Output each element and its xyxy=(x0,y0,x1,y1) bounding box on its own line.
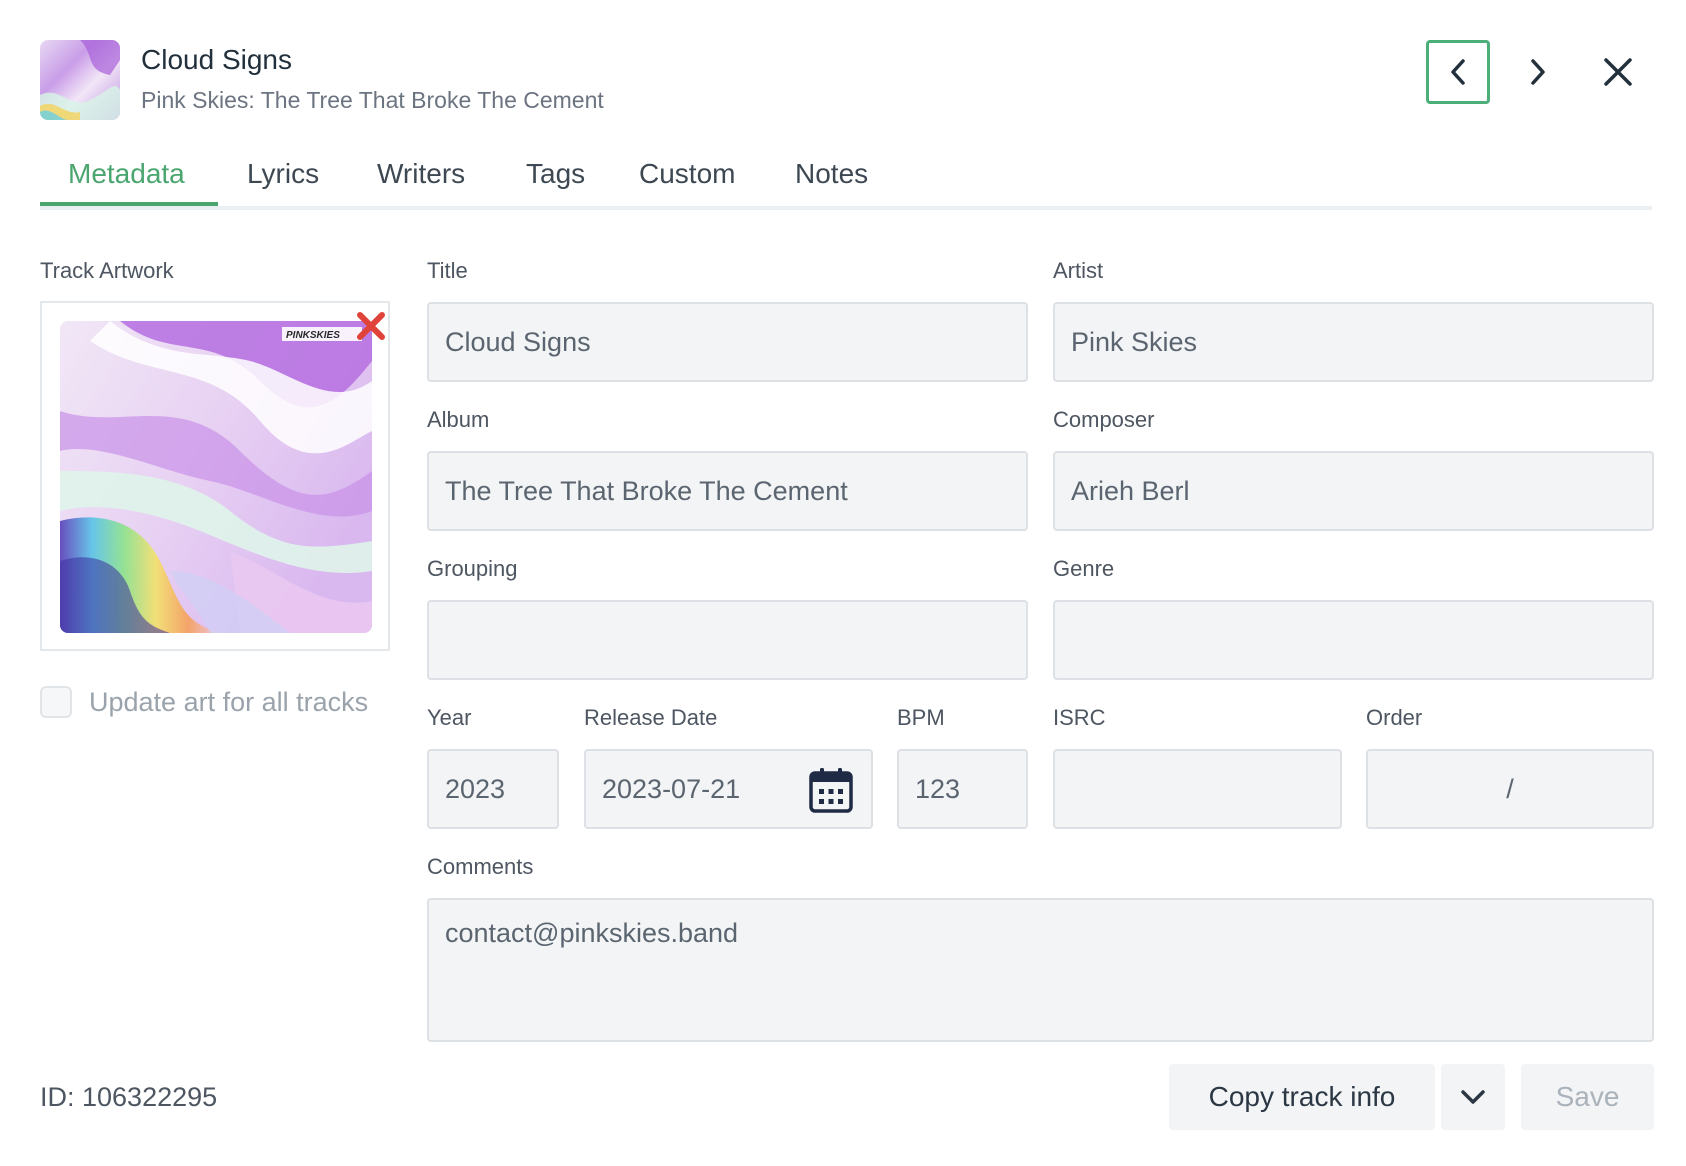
release-date-label: Release Date xyxy=(584,705,718,730)
remove-artwork-button[interactable] xyxy=(354,309,388,343)
close-button[interactable] xyxy=(1586,40,1650,104)
title-input[interactable]: Cloud Signs xyxy=(427,302,1028,382)
release-date-value: 2023-07-21 xyxy=(602,773,741,804)
comments-label: Comments xyxy=(427,854,534,879)
track-header: Cloud Signs Pink Skies: The Tree That Br… xyxy=(40,40,1646,120)
next-track-button[interactable] xyxy=(1506,40,1570,104)
track-artwork-image: PINKSKIES xyxy=(60,321,372,633)
chevron-left-icon xyxy=(1451,59,1465,85)
album-art-thumbnail xyxy=(40,40,120,120)
update-art-all-label: Update art for all tracks xyxy=(89,686,369,717)
tab-metadata[interactable]: Metadata xyxy=(68,158,185,190)
genre-input[interactable] xyxy=(1053,600,1654,680)
grouping-input[interactable] xyxy=(427,600,1028,680)
release-date-input[interactable]: 2023-07-21 xyxy=(584,749,873,829)
comments-textarea[interactable]: contact@pinkskies.band xyxy=(427,898,1654,1042)
calendar-icon[interactable] xyxy=(809,767,853,813)
year-label: Year xyxy=(427,705,472,730)
order-label: Order xyxy=(1366,705,1423,730)
copy-options-dropdown-button[interactable] xyxy=(1441,1064,1505,1130)
tab-notes[interactable]: Notes xyxy=(795,158,868,190)
artist-label: Artist xyxy=(1053,258,1104,283)
genre-label: Genre xyxy=(1053,556,1115,581)
chevron-right-icon xyxy=(1531,59,1545,85)
year-input[interactable]: 2023 xyxy=(427,749,559,829)
svg-text:PINKSKIES: PINKSKIES xyxy=(286,330,340,341)
track-artwork-label: Track Artwork xyxy=(40,258,174,283)
tab-bar: Metadata Lyrics Writers Tags Custom Note… xyxy=(40,140,1652,210)
artist-input[interactable]: Pink Skies xyxy=(1053,302,1654,382)
remove-x-icon xyxy=(357,312,385,340)
track-title: Cloud Signs xyxy=(141,44,292,75)
close-icon xyxy=(1604,58,1632,86)
isrc-label: ISRC xyxy=(1053,705,1106,730)
album-label: Album xyxy=(427,407,490,432)
title-label: Title xyxy=(427,258,468,283)
chevron-down-icon xyxy=(1461,1090,1485,1104)
tab-writers[interactable]: Writers xyxy=(377,158,465,190)
isrc-input[interactable] xyxy=(1053,749,1342,829)
bpm-input[interactable]: 123 xyxy=(897,749,1028,829)
album-input[interactable]: The Tree That Broke The Cement xyxy=(427,451,1028,531)
bpm-label: BPM xyxy=(897,705,945,730)
update-art-all-row: Update art for all tracks xyxy=(40,686,368,718)
track-subtitle: Pink Skies: The Tree That Broke The Ceme… xyxy=(141,87,604,113)
order-input[interactable]: / xyxy=(1366,749,1654,829)
tab-lyrics[interactable]: Lyrics xyxy=(247,158,319,190)
copy-track-info-button[interactable]: Copy track info xyxy=(1169,1064,1435,1130)
artwork-dropzone[interactable]: PINKSKIES xyxy=(40,301,390,651)
save-button[interactable]: Save xyxy=(1521,1064,1654,1130)
track-id: ID: 106322295 xyxy=(40,1082,218,1112)
tab-tags[interactable]: Tags xyxy=(526,158,585,190)
active-tab-indicator xyxy=(40,202,218,206)
composer-label: Composer xyxy=(1053,407,1155,432)
tab-custom[interactable]: Custom xyxy=(639,158,735,190)
previous-track-button[interactable] xyxy=(1426,40,1490,104)
composer-input[interactable]: Arieh Berl xyxy=(1053,451,1654,531)
update-art-all-checkbox[interactable] xyxy=(40,686,72,718)
grouping-label: Grouping xyxy=(427,556,518,581)
